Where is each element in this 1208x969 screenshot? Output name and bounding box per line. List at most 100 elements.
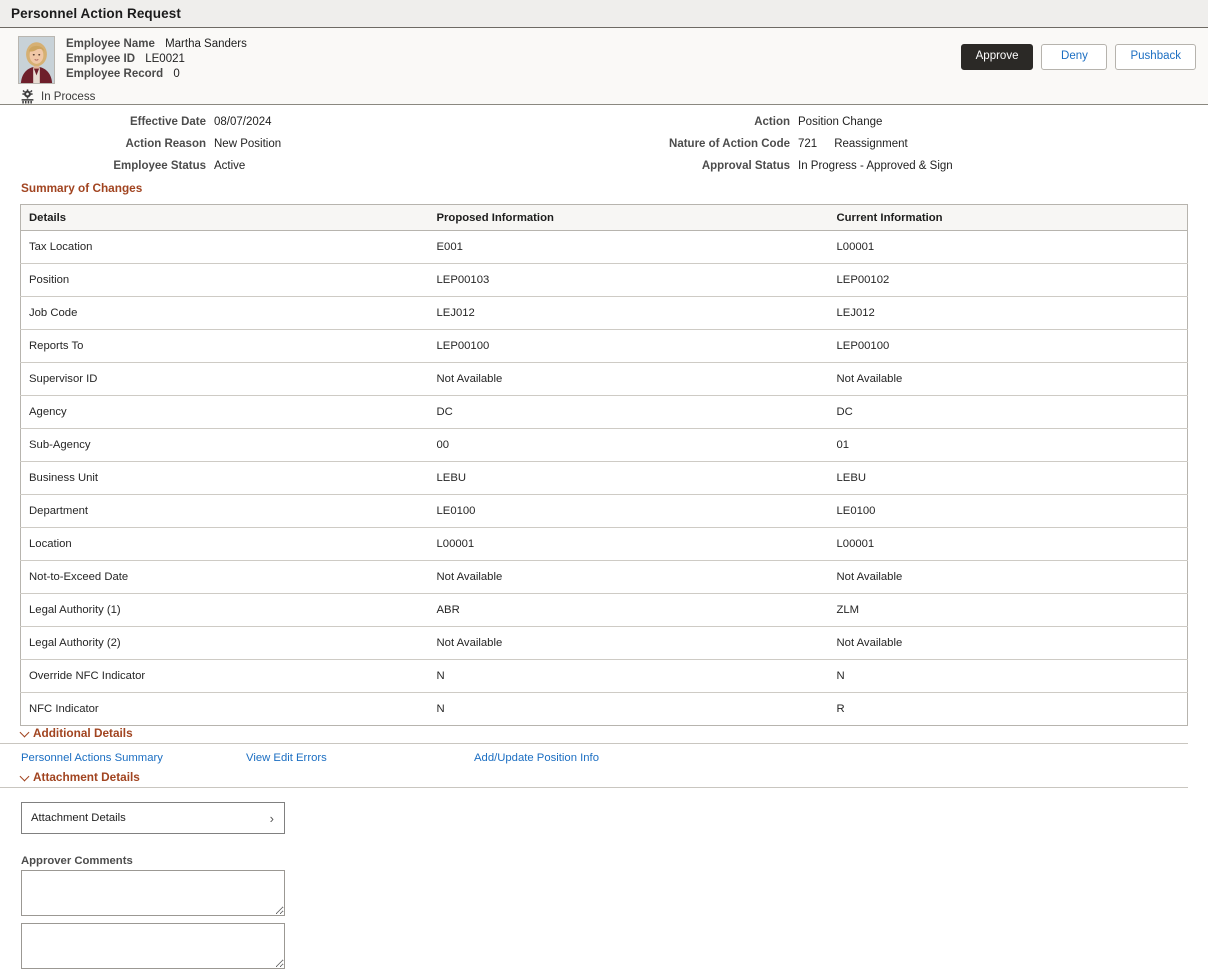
action-reason-value: New Position — [214, 138, 282, 150]
row-proposed: LE0100 — [428, 494, 829, 528]
row-proposed: LEP00103 — [428, 263, 829, 297]
summary-fields-left: Effective Date 08/07/2024 Action Reason … — [0, 116, 600, 182]
action-button-group: Approve Deny Pushback — [960, 44, 1196, 70]
summary-of-changes-table-wrap: Details Proposed Information Current Inf… — [0, 198, 1208, 726]
row-detail: Business Unit — [20, 461, 429, 495]
chevron-down-icon — [21, 773, 30, 782]
row-proposed: E001 — [428, 230, 829, 264]
approval-status-field: Approval Status In Progress - Approved &… — [600, 160, 1200, 182]
row-current: Not Available — [828, 362, 1188, 396]
row-proposed: L00001 — [428, 527, 829, 561]
row-detail: Not-to-Exceed Date — [20, 560, 429, 594]
action-label: Action — [754, 116, 790, 128]
employee-status-label: Employee Status — [113, 160, 206, 172]
approver-comments-wrap: Approver Comments — [0, 834, 1208, 969]
approver-comments-input[interactable] — [21, 870, 285, 916]
employee-name-value: Martha Sanders — [165, 38, 247, 50]
row-detail: Job Code — [20, 296, 429, 330]
table-row: Override NFC Indicator N N — [20, 659, 1188, 693]
employee-id-label: Employee ID — [66, 53, 136, 65]
employee-header-band: Employee Name Martha Sanders Employee ID… — [0, 28, 1208, 105]
row-detail: Legal Authority (2) — [20, 626, 429, 660]
row-detail: Tax Location — [20, 230, 429, 264]
in-process-gear-icon — [20, 89, 35, 104]
summary-of-changes-heading: Summary of Changes — [21, 181, 143, 195]
table-row: Department LE0100 LE0100 — [20, 494, 1188, 528]
request-summary-fields: Effective Date 08/07/2024 Action Reason … — [0, 105, 1208, 181]
row-proposed: LEJ012 — [428, 296, 829, 330]
approval-status-value: In Progress - Approved & Sign — [798, 160, 953, 172]
approver-comments-label: Approver Comments — [21, 855, 133, 867]
summary-fields-right: Action Position Change Nature of Action … — [600, 116, 1200, 182]
table-row: Reports To LEP00100 LEP00100 — [20, 329, 1188, 363]
additional-details-section-toggle[interactable]: Additional Details — [0, 726, 1188, 744]
additional-details-heading: Additional Details — [33, 726, 133, 740]
approve-button[interactable]: Approve — [960, 44, 1034, 70]
nature-of-action-code-label: Nature of Action Code — [669, 138, 790, 150]
deny-button[interactable]: Deny — [1041, 44, 1108, 70]
row-proposed: N — [428, 659, 829, 693]
row-detail: Legal Authority (1) — [20, 593, 429, 627]
attachment-details-button[interactable]: Attachment Details › — [21, 802, 285, 834]
column-header-details: Details — [20, 204, 429, 231]
row-proposed: DC — [428, 395, 829, 429]
row-current: ZLM — [828, 593, 1188, 627]
employee-id-value: LE0021 — [145, 53, 185, 65]
employee-id-row: Employee ID LE0021 — [66, 52, 247, 67]
row-current: DC — [828, 395, 1188, 429]
table-row: Legal Authority (2) Not Available Not Av… — [20, 626, 1188, 660]
link-personnel-actions-summary[interactable]: Personnel Actions Summary — [21, 752, 163, 764]
row-proposed: ABR — [428, 593, 829, 627]
employee-name-label: Employee Name — [66, 38, 155, 50]
row-proposed: N — [436, 703, 445, 715]
row-current: N — [828, 659, 1188, 693]
table-row: Legal Authority (1) ABR ZLM — [20, 593, 1188, 627]
employee-record-row: Employee Record 0 — [66, 67, 247, 82]
table-row: Tax Location E001 L00001 — [20, 230, 1188, 264]
row-detail: Reports To — [20, 329, 429, 363]
row-detail: Location — [20, 527, 429, 561]
attachment-details-button-label: Attachment Details — [31, 812, 126, 824]
summary-of-changes-table: Details Proposed Information Current Inf… — [20, 204, 1188, 726]
employee-status-field: Employee Status Active — [0, 160, 600, 182]
table-header-row: Details Proposed Information Current Inf… — [20, 204, 1188, 231]
row-detail: Override NFC Indicator — [20, 659, 429, 693]
summary-of-changes-body: Tax Location E001 L00001 Position LEP001… — [20, 230, 1188, 726]
employee-name-row: Employee Name Martha Sanders — [66, 37, 247, 52]
additional-details-links: Personnel Actions Summary View Edit Erro… — [0, 744, 1208, 770]
table-row: Business Unit LEBU LEBU — [20, 461, 1188, 495]
row-proposed: LEP00100 — [428, 329, 829, 363]
workflow-status: In Process — [20, 89, 1198, 104]
attachment-details-wrap: Attachment Details › — [0, 788, 1208, 834]
effective-date-value: 08/07/2024 — [214, 116, 272, 128]
approval-status-label: Approval Status — [701, 160, 790, 172]
row-current: Not Available — [828, 626, 1188, 660]
employee-record-label: Employee Record — [66, 68, 164, 80]
row-current: L00001 — [828, 527, 1188, 561]
row-current: R — [836, 703, 845, 715]
effective-date-label: Effective Date — [129, 116, 206, 128]
action-reason-field: Action Reason New Position — [0, 138, 600, 160]
row-proposed: Not Available — [428, 362, 829, 396]
link-view-edit-errors[interactable]: View Edit Errors — [246, 752, 327, 764]
row-detail: Sub-Agency — [20, 428, 429, 462]
row-current: Not Available — [828, 560, 1188, 594]
chevron-right-icon: › — [269, 810, 274, 826]
row-current: LEP00100 — [828, 329, 1188, 363]
approver-comments-secondary-input[interactable] — [21, 923, 285, 969]
link-add-update-position-info[interactable]: Add/Update Position Info — [474, 752, 599, 764]
row-current: 01 — [828, 428, 1188, 462]
nature-of-action-code-field: Nature of Action Code 721 Reassignment — [600, 138, 1200, 160]
table-row: Job Code LEJ012 LEJ012 — [20, 296, 1188, 330]
column-header-current-information: Current Information — [828, 204, 1188, 231]
page-title: Personnel Action Request — [11, 6, 181, 21]
row-current: LEJ012 — [828, 296, 1188, 330]
employee-record-value: 0 — [173, 68, 180, 80]
row-detail: Supervisor ID — [20, 362, 429, 396]
row-current: LEP00102 — [828, 263, 1188, 297]
row-detail: NFC Indicator — [29, 703, 99, 715]
row-proposed: 00 — [428, 428, 829, 462]
chevron-down-icon — [21, 729, 30, 738]
pushback-button[interactable]: Pushback — [1115, 44, 1196, 70]
attachment-details-section-toggle[interactable]: Attachment Details — [0, 770, 1188, 788]
